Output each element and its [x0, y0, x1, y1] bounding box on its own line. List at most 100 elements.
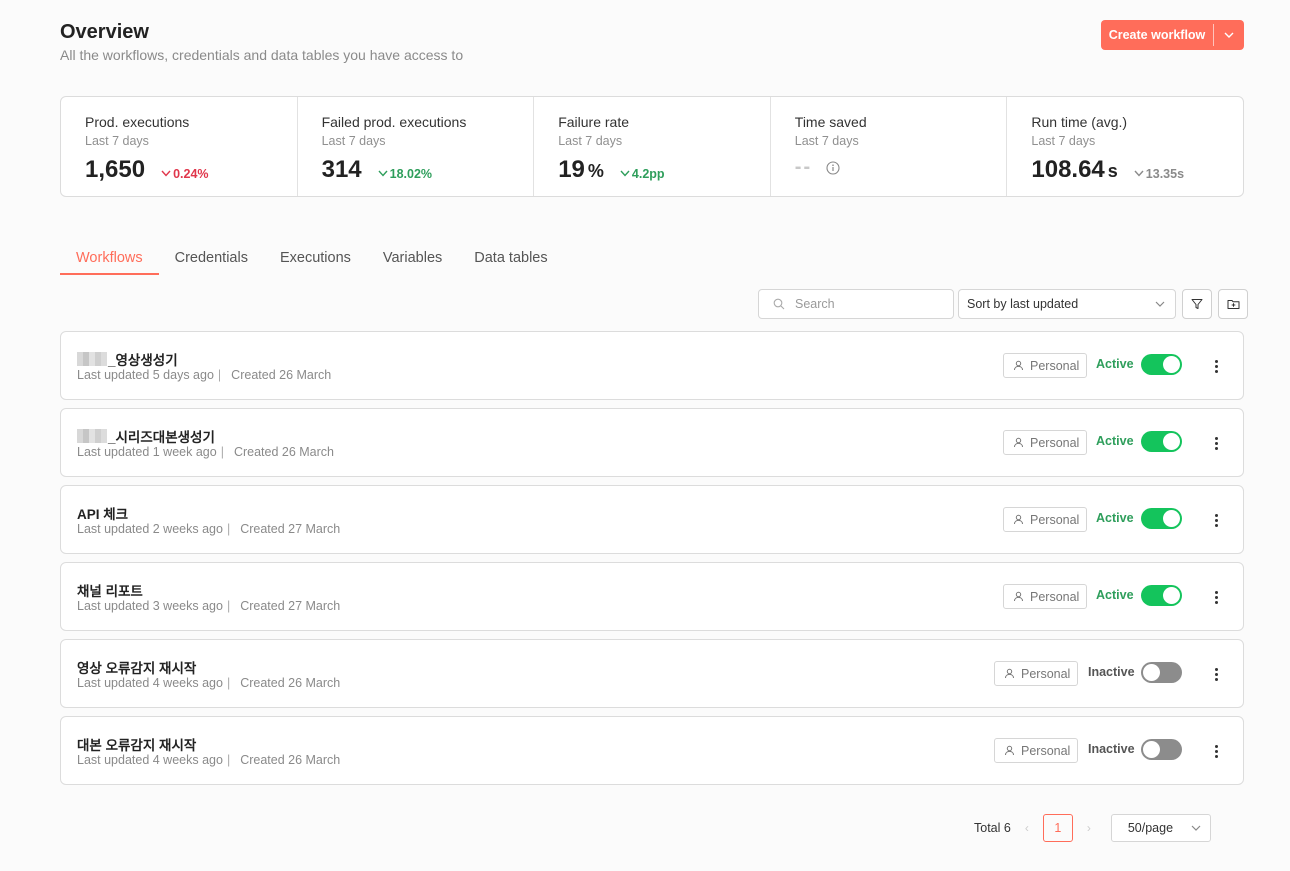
search-input[interactable]: Search	[758, 289, 954, 319]
stat-label: Failure rate	[558, 114, 629, 130]
search-placeholder: Search	[795, 297, 835, 311]
more-options-icon[interactable]	[1210, 511, 1222, 529]
stat-period: Last 7 days	[321, 134, 386, 148]
stat-value: --	[794, 156, 813, 178]
stat-label: Time saved	[794, 114, 867, 130]
owner-label: Personal	[1021, 743, 1071, 758]
trend-down-icon	[620, 170, 630, 177]
last-updated: Last updated 3 weeks ago	[77, 599, 223, 613]
created-date: Created 26 March	[231, 368, 332, 382]
stat-delta-value: 0.24%	[173, 166, 209, 181]
tab-workflows[interactable]: Workflows	[60, 250, 159, 275]
user-icon	[1014, 591, 1023, 602]
workflow-card[interactable]: 대본 오류감지 재시작 Last updated 4 weeks ago | Cre…	[60, 716, 1244, 785]
last-updated: Last updated 4 weeks ago	[77, 676, 223, 690]
stat-label: Run time (avg.)	[1031, 114, 1128, 130]
trend-down-icon	[161, 170, 171, 177]
toggle-knob	[1163, 587, 1180, 604]
more-options-icon[interactable]	[1210, 434, 1222, 452]
create-options-dropdown-button[interactable]	[1214, 20, 1244, 50]
tab-variables[interactable]: Variables	[367, 250, 458, 275]
filter-button[interactable]	[1182, 289, 1212, 319]
stat-period: Last 7 days	[1031, 134, 1096, 148]
more-options-icon[interactable]	[1210, 665, 1222, 683]
workflow-card[interactable]: 영상 오류감지 재시작 Last updated 4 weeks ago | Cre…	[60, 639, 1244, 708]
owner-badge[interactable]: Personal	[994, 738, 1079, 763]
workflow-card[interactable]: _시리즈대본생성기 Last updated 1 week ago | Create…	[60, 408, 1244, 477]
page-size-select[interactable]: 50/page	[1110, 814, 1211, 842]
insights-summary: Prod. executions Last 7 days 1,650 0.24%…	[60, 96, 1244, 197]
owner-badge[interactable]: Personal	[994, 661, 1079, 686]
owner-label: Personal	[1030, 512, 1080, 527]
new-folder-button[interactable]	[1218, 289, 1248, 319]
workflow-card[interactable]: API 체크 Last updated 2 weeks ago | Created …	[60, 485, 1244, 554]
info-icon[interactable]	[826, 160, 840, 175]
workflow-name[interactable]: _영상생성기	[77, 349, 178, 369]
workflow-name[interactable]: 영상 오류감지 재시작	[77, 657, 196, 677]
more-options-icon[interactable]	[1210, 357, 1222, 375]
workflow-meta: Last updated 4 weeks ago | Created 26 Marc…	[77, 753, 341, 767]
owner-badge[interactable]: Personal	[1003, 353, 1088, 378]
stat-value: 1,650	[85, 156, 146, 183]
stat-prod-executions[interactable]: Prod. executions Last 7 days 1,650 0.24%	[61, 97, 298, 196]
more-options-icon[interactable]	[1210, 588, 1222, 606]
filter-icon	[1191, 299, 1203, 309]
stat-run-time[interactable]: Run time (avg.) Last 7 days 108.64 s 13.…	[1007, 97, 1243, 196]
last-updated: Last updated 2 weeks ago	[77, 522, 223, 536]
user-icon	[1005, 668, 1014, 679]
stat-delta: 18.02%	[378, 167, 432, 181]
prev-page-icon[interactable]: ‹	[1025, 821, 1029, 835]
workflow-status: Inactive	[1088, 665, 1135, 679]
owner-badge[interactable]: Personal	[1003, 507, 1088, 532]
workflow-meta: Last updated 3 weeks ago | Created 27 Marc…	[77, 599, 341, 613]
active-toggle[interactable]	[1141, 585, 1182, 606]
active-toggle[interactable]	[1141, 431, 1182, 452]
workflow-card[interactable]: _영상생성기 Last updated 5 days ago | Created 2…	[60, 331, 1244, 400]
workflow-name[interactable]: API 체크	[77, 503, 128, 523]
owner-label: Personal	[1030, 358, 1080, 373]
next-page-icon[interactable]: ›	[1087, 821, 1091, 835]
toggle-knob	[1143, 664, 1160, 681]
page-number-button[interactable]: 1	[1042, 814, 1073, 842]
owner-badge[interactable]: Personal	[1003, 430, 1088, 455]
workflow-list: _영상생성기 Last updated 5 days ago | Created 2…	[60, 331, 1244, 793]
tab-data-tables[interactable]: Data tables	[458, 250, 563, 275]
active-toggle[interactable]	[1141, 662, 1182, 683]
page-title: Overview	[60, 21, 149, 43]
stat-value: 19	[558, 156, 585, 183]
stat-failure-rate[interactable]: Failure rate Last 7 days 19 % 4.2pp	[534, 97, 771, 196]
create-workflow-button[interactable]: Create workflow	[1101, 20, 1213, 50]
workflow-name[interactable]: 채널 리포트	[77, 580, 143, 600]
workflow-meta: Last updated 1 week ago | Created 26 March	[77, 445, 335, 459]
stat-value: 108.64	[1031, 156, 1105, 183]
chevron-down-icon	[1191, 825, 1201, 831]
active-toggle[interactable]	[1141, 739, 1182, 760]
workflow-name[interactable]: _시리즈대본생성기	[77, 426, 215, 446]
last-updated: Last updated 1 week ago	[77, 445, 217, 459]
stat-label: Prod. executions	[85, 114, 190, 130]
more-options-icon[interactable]	[1210, 742, 1222, 760]
user-icon	[1014, 360, 1023, 371]
workflow-name-text: _영상생성기	[108, 353, 178, 368]
sort-select[interactable]: Sort by last updated	[958, 289, 1176, 319]
stat-time-saved[interactable]: Time saved Last 7 days --	[771, 97, 1008, 196]
search-icon	[773, 298, 785, 310]
folder-plus-icon	[1227, 300, 1239, 309]
redacted-text	[77, 352, 107, 366]
workflow-status: Active	[1096, 357, 1134, 371]
tab-credentials[interactable]: Credentials	[159, 250, 264, 275]
workflow-name[interactable]: 대본 오류감지 재시작	[77, 734, 196, 754]
owner-badge[interactable]: Personal	[1003, 584, 1088, 609]
tab-executions[interactable]: Executions	[264, 250, 367, 275]
workflow-card[interactable]: 채널 리포트 Last updated 3 weeks ago | Created …	[60, 562, 1244, 631]
stat-failed-executions[interactable]: Failed prod. executions Last 7 days 314 …	[298, 97, 535, 196]
toggle-knob	[1143, 741, 1160, 758]
redacted-text	[77, 429, 107, 443]
workflow-status: Inactive	[1088, 742, 1135, 756]
active-toggle[interactable]	[1141, 354, 1182, 375]
created-date: Created 27 March	[240, 599, 341, 613]
stat-delta: 13.35s	[1134, 167, 1184, 181]
toggle-knob	[1163, 433, 1180, 450]
toggle-knob	[1163, 356, 1180, 373]
active-toggle[interactable]	[1141, 508, 1182, 529]
